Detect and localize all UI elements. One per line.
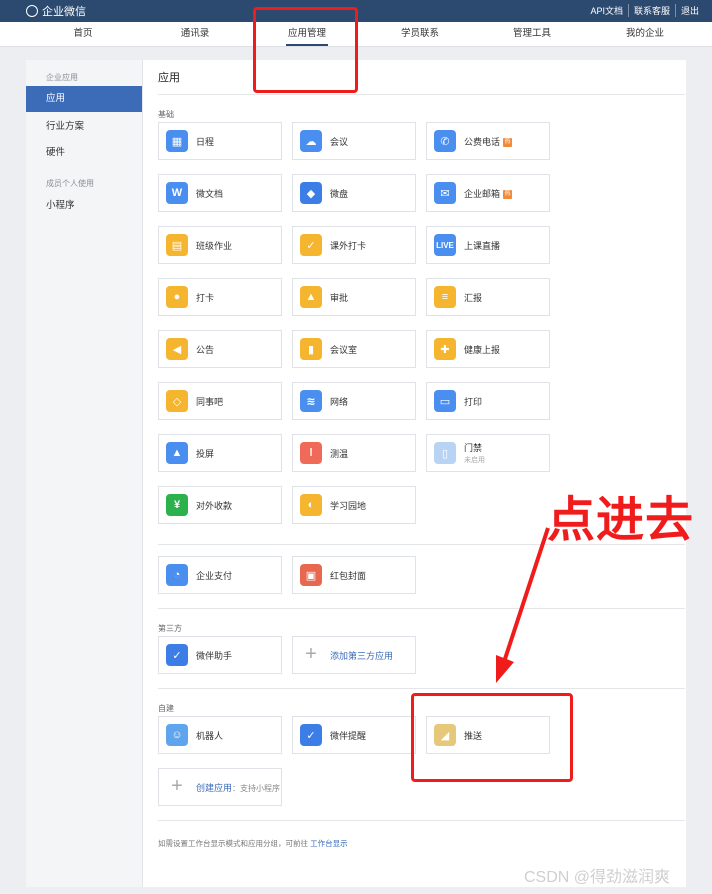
- annotation-arrow: [496, 527, 550, 683]
- watermark: CSDN @得劲滋润爽: [524, 869, 671, 886]
